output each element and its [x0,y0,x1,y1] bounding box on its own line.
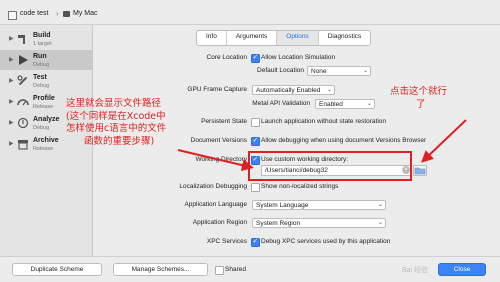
annotation-arrows [177,119,467,172]
arrow-to-path-field [177,149,254,172]
bottom-bar: Duplicate Scheme Manage Schemes... Share… [0,256,500,282]
manage-schemes-button[interactable]: Manage Schemes... [113,263,208,276]
duplicate-scheme-button[interactable]: Duplicate Scheme [12,263,102,276]
shared-checkbox[interactable] [215,266,224,275]
baidu-watermark: Bai 经验 [402,267,429,274]
arrow-to-folder-button [421,119,467,163]
shared-label: Shared [225,266,246,273]
close-button[interactable]: Close [438,263,486,276]
